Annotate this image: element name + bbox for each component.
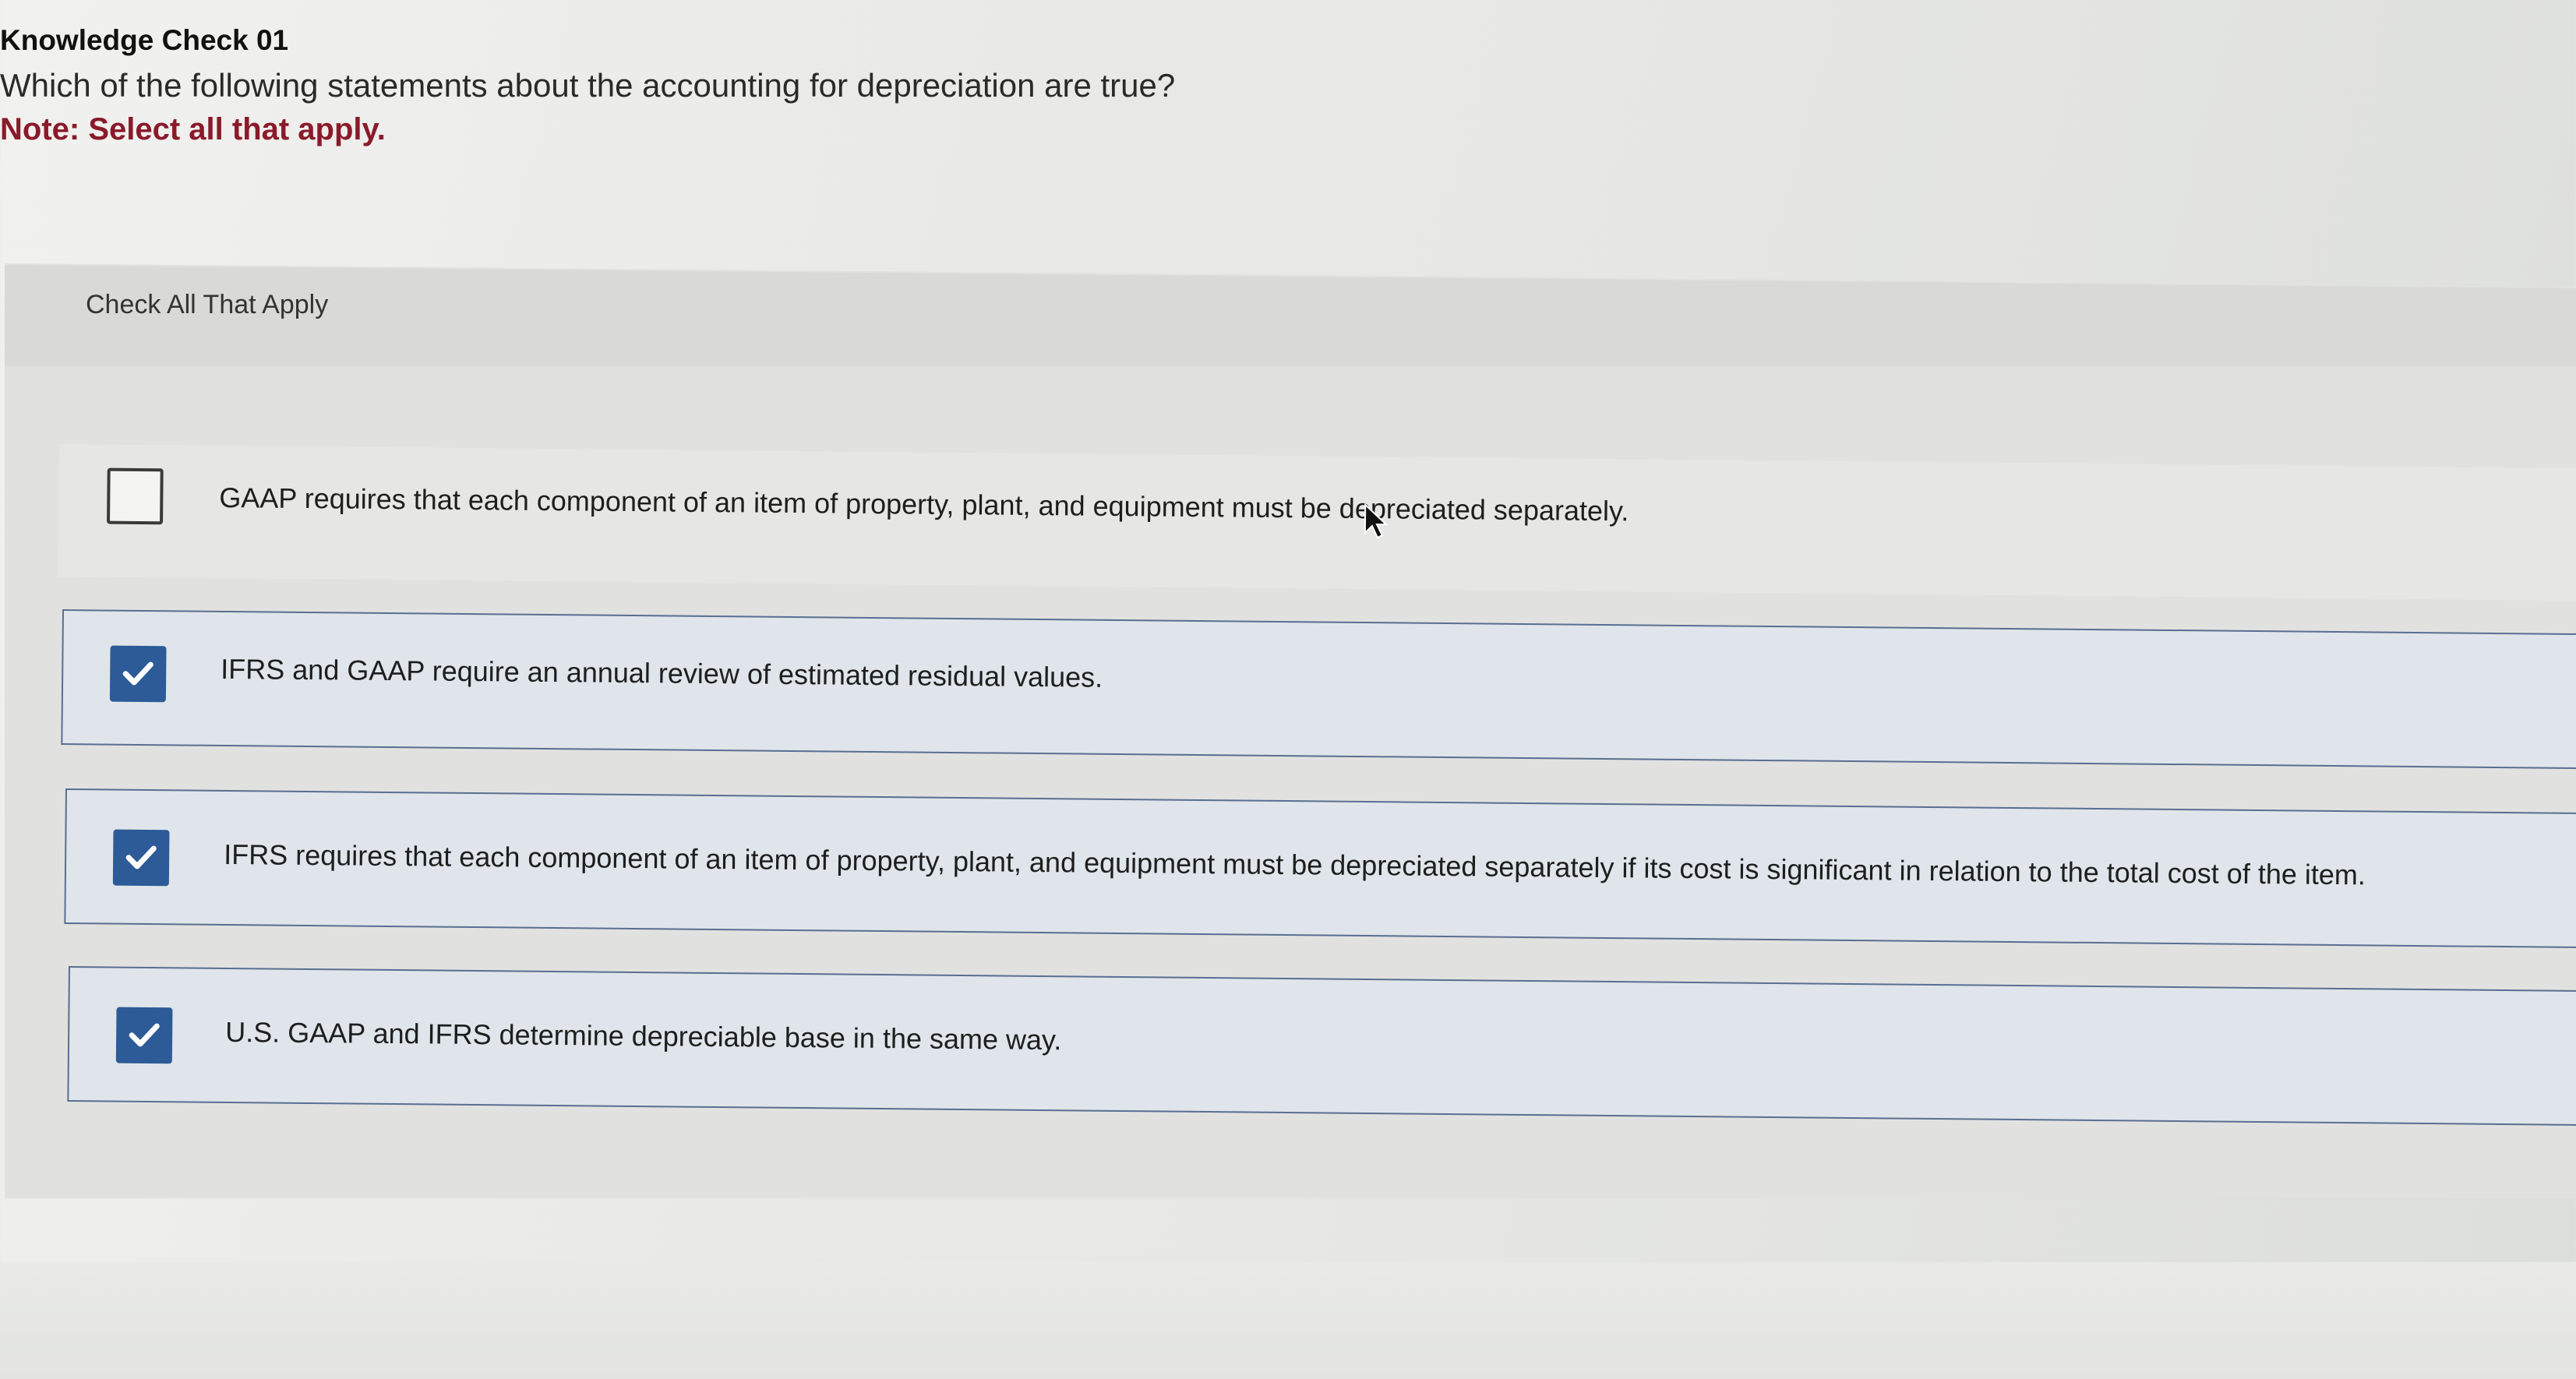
mouse-pointer-icon [1364,503,1389,539]
bottom-area [0,1262,2576,1379]
option-label: GAAP requires that each component of an … [219,481,1629,527]
option-checkbox[interactable] [109,645,167,703]
option-label: IFRS requires that each component of an … [224,838,2366,891]
option-label: IFRS and GAAP require an annual review o… [221,652,1103,693]
option-item[interactable]: IFRS requires that each component of an … [64,788,2576,949]
check-icon [122,661,154,686]
option-item[interactable]: U.S. GAAP and IFRS determine depreciable… [67,966,2576,1127]
option-item[interactable]: GAAP requires that each component of an … [58,444,2576,601]
option-checkbox[interactable] [115,1007,173,1064]
option-label: U.S. GAAP and IFRS determine depreciable… [225,1015,1062,1056]
check-icon [125,845,157,869]
page: Knowledge Check 01 Which of the followin… [0,0,2576,1379]
options-list: GAAP requires that each component of an … [0,0,2576,1379]
option-checkbox[interactable] [107,467,164,525]
check-icon [129,1023,160,1047]
option-item[interactable]: IFRS and GAAP require an annual review o… [61,609,2576,770]
option-checkbox[interactable] [112,829,170,887]
